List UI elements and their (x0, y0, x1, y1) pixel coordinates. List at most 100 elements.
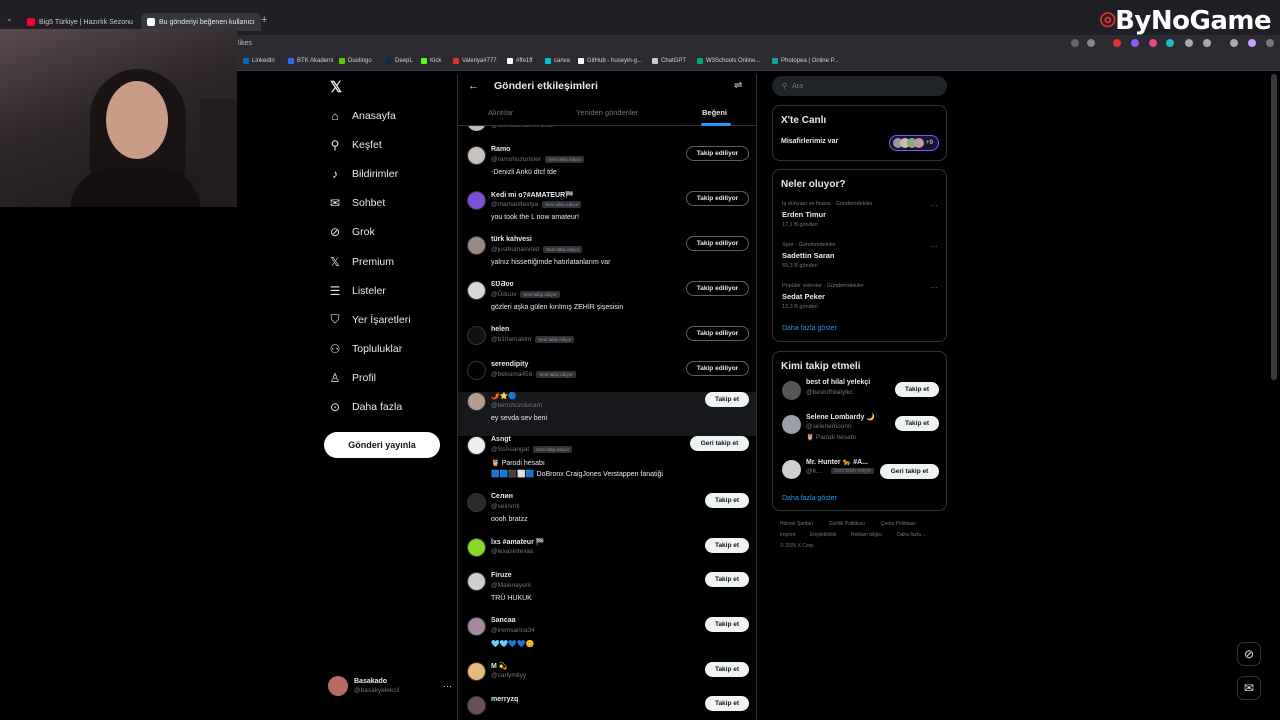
avatar[interactable] (467, 191, 486, 210)
follow-button[interactable]: Takip et (705, 617, 749, 632)
follow-button[interactable]: Geri takip et (690, 436, 749, 451)
live-avatars[interactable]: +9 (889, 135, 939, 151)
nav-item-2[interactable]: ♪ Bildirimler (328, 163, 398, 185)
close-tab-icon[interactable]: × (133, 18, 137, 27)
user-name[interactable]: lxs #amateur 🏁 (491, 538, 544, 546)
grok-fab-icon[interactable]: ⊘ (1237, 642, 1261, 666)
avatar[interactable] (467, 696, 486, 715)
follow-button[interactable]: Takip et (895, 382, 939, 397)
user-name[interactable]: 🌶️⭐🔵 (491, 392, 517, 400)
user-name[interactable]: Firuze (491, 572, 512, 579)
nav-item-6[interactable]: ☰ Listeler (328, 280, 386, 302)
install-icon[interactable] (1071, 39, 1079, 47)
follow-button[interactable]: Takip et (705, 662, 749, 677)
menu-icon[interactable] (1266, 39, 1274, 47)
follow-button[interactable]: Takip et (705, 392, 749, 407)
follow-button[interactable]: Takip ediliyor (686, 146, 749, 161)
trend-name[interactable]: Sadettin Saran (782, 251, 835, 260)
nav-item-8[interactable]: ⚇ Topluluklar (328, 338, 403, 360)
extensions-puzzle-icon[interactable] (1203, 39, 1211, 47)
more-dots-icon[interactable]: ··· (443, 681, 452, 691)
bookmark-item[interactable]: Kick (421, 58, 441, 64)
nav-item-1[interactable]: ⚲ Keşfet (328, 134, 382, 156)
tab-likes[interactable]: Beğeni (702, 108, 727, 117)
trend-more-icon[interactable]: ··· (930, 201, 938, 210)
footer-link[interactable]: Erişilebilirlik (810, 532, 836, 538)
avatar[interactable] (467, 662, 486, 681)
user-name[interactable]: Ramo (491, 146, 510, 153)
avatar[interactable] (467, 436, 486, 455)
nav-item-10[interactable]: ⊙ Daha fazla (328, 396, 402, 418)
user-name[interactable]: Sancaa (491, 617, 516, 624)
avatar[interactable] (467, 572, 486, 591)
follow-button[interactable]: Takip et (705, 572, 749, 587)
footer-link[interactable]: Reklam bilgisi (851, 532, 882, 538)
back-arrow-icon[interactable]: ← (468, 80, 479, 92)
extension-icon[interactable] (1131, 39, 1139, 47)
avatar[interactable] (782, 460, 801, 479)
user-name[interactable]: helen (491, 326, 509, 333)
follow-button[interactable]: Takip et (895, 416, 939, 431)
live-card[interactable]: X'te Canlı Misafirlerimiz var +9 (772, 105, 947, 161)
nav-item-9[interactable]: ♙ Profil (328, 367, 376, 389)
tab-quotes[interactable]: Alıntılar (488, 108, 513, 117)
extension-icon[interactable] (1113, 39, 1121, 47)
nav-item-0[interactable]: ⌂ Anasayfa (328, 105, 395, 127)
footer-link[interactable]: Çerez Politikası (881, 521, 916, 527)
bookmark-item[interactable]: BTK Akademi (288, 58, 333, 64)
footer-link[interactable]: Hizmet Şartları (780, 521, 813, 527)
trend-name[interactable]: Erden Timur (782, 210, 826, 219)
trend-more-icon[interactable]: ··· (930, 242, 938, 251)
extension-icon[interactable] (1166, 39, 1174, 47)
bookmark-item[interactable]: Duolingo (339, 58, 372, 64)
user-row[interactable]: 🌶️⭐🔵 @temizkizolucam ey sevda sev beni Taki… (458, 392, 756, 436)
suggested-user-name[interactable]: Mr. Hunter 🐆 #A... (806, 458, 868, 466)
nav-item-7[interactable]: ⛉ Yer İşaretleri (328, 309, 410, 331)
footer-link[interactable]: Gizlilik Politikası (829, 521, 865, 527)
x-logo-icon[interactable]: 𝕏 (330, 78, 342, 96)
avatar[interactable] (467, 236, 486, 255)
avatar[interactable] (467, 493, 486, 512)
user-name[interactable]: ƐƲƋʋʋ (491, 281, 514, 288)
profile-avatar[interactable] (1248, 39, 1256, 47)
avatar[interactable] (467, 361, 486, 380)
nav-item-3[interactable]: ✉ Sohbet (328, 192, 385, 214)
footer-link[interactable]: © 2025 X Corp. (780, 543, 815, 549)
bookmark-item[interactable]: Photopea | Online P... (772, 58, 839, 64)
avatar[interactable] (467, 617, 486, 636)
search-input[interactable]: ⚲ Ara (772, 76, 947, 96)
follow-button[interactable]: Takip ediliyor (686, 281, 749, 296)
avatar[interactable] (782, 381, 801, 400)
messages-fab-icon[interactable]: ✉ (1237, 676, 1261, 700)
user-name[interactable]: merryzq (491, 696, 518, 703)
user-name[interactable]: Селин (491, 493, 513, 500)
footer-link[interactable]: Daha fazla ... (897, 532, 926, 538)
footer-link[interactable]: Imprint (780, 532, 795, 538)
user-row[interactable]: helen @b1rlamaklm Seni takip ediyor Takip e… (458, 326, 756, 366)
star-icon[interactable] (1087, 39, 1095, 47)
user-row[interactable]: Asngt @SsAsangat Seni takip ediyor 🦉 Parodi… (458, 436, 756, 478)
user-name[interactable]: M 💫 (491, 662, 508, 670)
nav-item-4[interactable]: ⊘ Grok (328, 221, 375, 243)
bookmark-item[interactable]: GitHub - huseyin-g... (578, 58, 642, 64)
bookmark-item[interactable]: LinkedIn (243, 58, 275, 64)
avatar[interactable] (782, 415, 801, 434)
follow-button[interactable]: Takip ediliyor (686, 326, 749, 341)
page-scrollbar[interactable] (1271, 74, 1277, 380)
avatar[interactable] (467, 538, 486, 557)
who-to-follow-show-more-link[interactable]: Daha fazla göster (782, 495, 837, 502)
user-row[interactable]: Селин @selinmtl oooh bratzz Takip et (458, 493, 756, 533)
post-button[interactable]: Gönderi yayınla (324, 432, 440, 458)
user-name[interactable]: türk kahvesi (491, 236, 532, 243)
user-row[interactable]: Kedi mi o?#AMATEUR🏁 @mamanifestya Seni tak… (458, 191, 756, 231)
tab-list-icon[interactable]: ⌄ (6, 14, 13, 23)
extension-icon[interactable] (1149, 39, 1157, 47)
bookmark-item[interactable]: Valeriya#777 (453, 58, 497, 64)
extension-icon[interactable] (1185, 39, 1193, 47)
avatar[interactable] (467, 392, 486, 411)
bookmark-item[interactable]: #ffe1ff (507, 58, 532, 64)
follow-button[interactable]: Takip et (705, 493, 749, 508)
user-row[interactable]: türk kahvesi @justbumasvoid Seni takip edi… (458, 236, 756, 276)
trend-name[interactable]: Sedat Peker (782, 292, 825, 301)
bookmark-item[interactable]: ChatGPT (652, 58, 686, 64)
